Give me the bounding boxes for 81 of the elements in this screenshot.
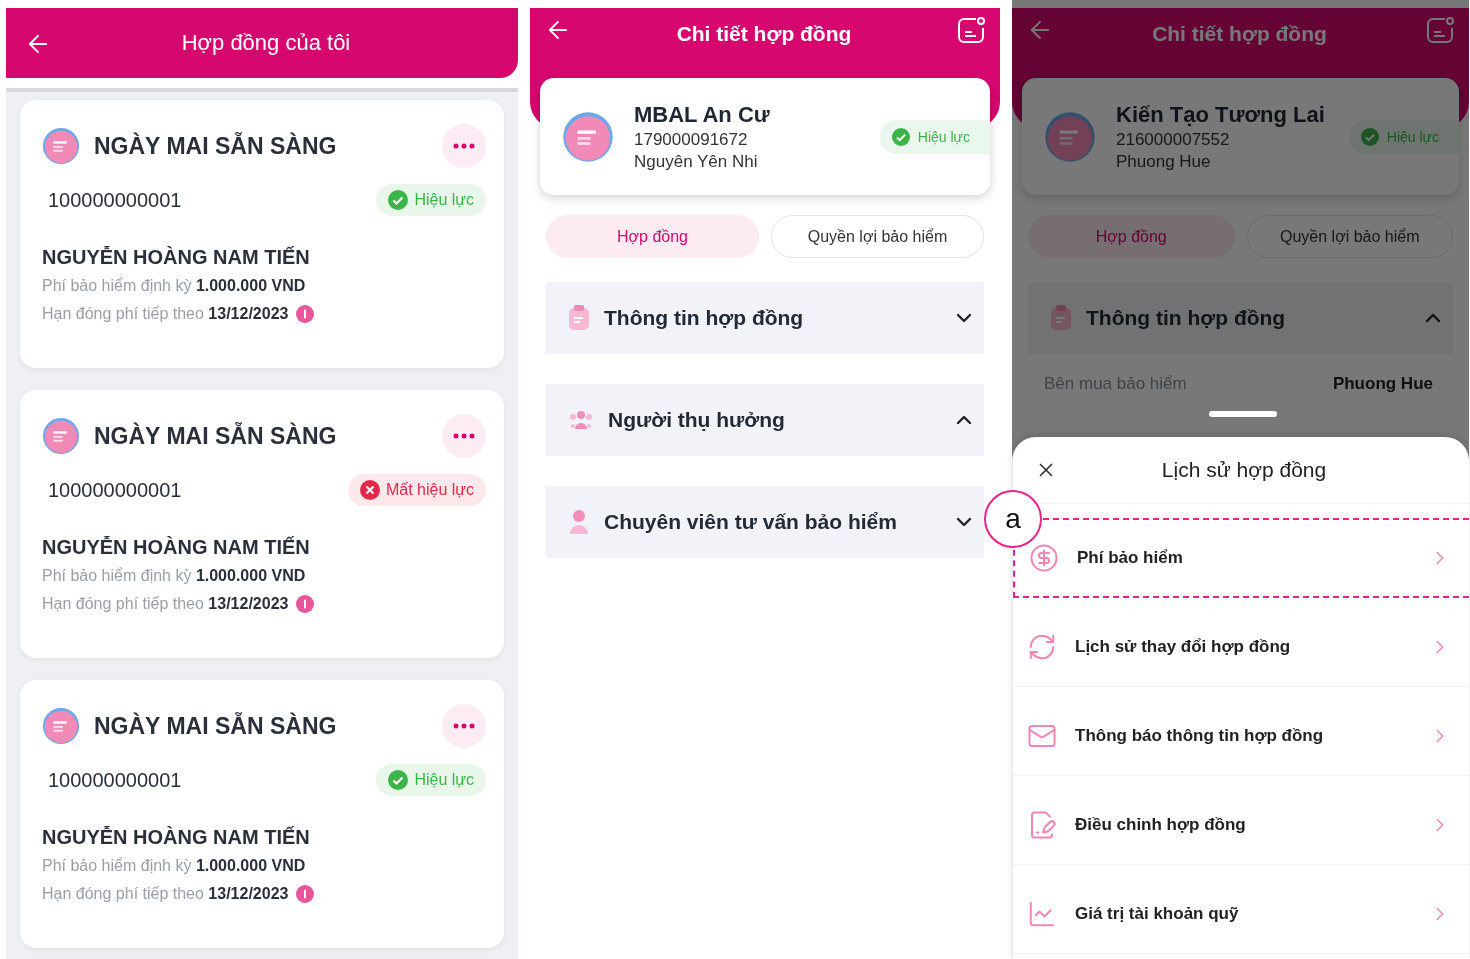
section-title: Thông tin hợp đồng [1086, 306, 1287, 330]
more-icon [453, 723, 475, 729]
product-name: MBAL An Cư [634, 101, 771, 128]
contract-number: 100000000001 [48, 768, 183, 792]
menu-item[interactable]: Điều chỉnh hợp đồng [1013, 785, 1469, 865]
section-title: Chuyên viên tư vấn bảo hiểm [604, 510, 898, 534]
product-name: NGÀY MAI SẴN SÀNG [94, 712, 338, 740]
check-circle-icon [1360, 127, 1379, 146]
menu-item-label: Thông báo thông tin hợp đồng [1075, 725, 1325, 746]
section-header[interactable]: Thông tin hợp đồng [1028, 282, 1453, 354]
info-icon[interactable] [296, 885, 315, 903]
check-circle-icon [388, 190, 409, 210]
contract-avatar-icon [1044, 110, 1096, 163]
premium-text: Phí bảo hiểm định kỳ 1.000.000 VND [42, 277, 307, 295]
section-title: Người thụ hưởng [608, 408, 786, 432]
contract-avatar-icon [42, 707, 80, 745]
detail-value: Phuong Hue [1332, 374, 1433, 394]
section-title: Thông tin hợp đồng [604, 306, 805, 330]
menu-item-label: Lịch sử thay đổi hợp đồng [1075, 636, 1292, 657]
clipboard-icon [1050, 305, 1072, 331]
status-label: Mất hiệu lực [385, 481, 474, 499]
annotation-marker: a [984, 490, 1042, 548]
contract-avatar-icon [42, 127, 80, 165]
person-icon [568, 509, 590, 535]
sheet-title: Lịch sử hợp đồng [1160, 458, 1328, 482]
status-label: Hiệu lực [1386, 128, 1439, 145]
screen-title: Chi tiết hợp đồng [675, 21, 853, 46]
menu-item[interactable]: Lịch sử thay đổi hợp đồng [1013, 607, 1469, 687]
dollar-circle-icon [1029, 543, 1059, 573]
due-date-text: Hạn đóng phí tiếp theo 13/12/2023 [42, 304, 289, 323]
due-date-text: Hạn đóng phí tiếp theo 13/12/2023 [42, 884, 289, 903]
more-button[interactable] [442, 704, 486, 748]
contract-number: 179000091672 [634, 129, 749, 150]
more-icon [453, 143, 475, 149]
check-circle-icon [388, 770, 409, 790]
tab[interactable]: Hợp đồng [546, 215, 759, 258]
section-header[interactable]: Người thụ hưởng [546, 384, 984, 456]
contract-number: 216000007552 [1116, 129, 1231, 150]
holder-name: NGUYỄN HOÀNG NAM TIẾN [42, 246, 311, 269]
tab[interactable]: Quyền lợi bảo hiểm [771, 215, 984, 258]
message-icon[interactable] [956, 16, 986, 46]
info-icon[interactable] [296, 305, 315, 323]
status-label: Hiệu lực [414, 771, 474, 789]
holder-name: NGUYỄN HOÀNG NAM TIẾN [42, 826, 311, 849]
more-button[interactable] [442, 414, 486, 458]
product-name: NGÀY MAI SẴN SÀNG [94, 422, 338, 450]
contract-avatar-icon [42, 417, 80, 455]
holder-name: Phuong Hue [1116, 151, 1212, 172]
more-icon [453, 433, 475, 439]
screen-title: Hợp đồng của tôi [180, 30, 352, 56]
holder-name: Nguyên Yên Nhi [634, 151, 759, 172]
info-icon[interactable] [296, 595, 315, 613]
premium-text: Phí bảo hiểm định kỳ 1.000.000 VND [42, 857, 307, 875]
status-label: Hiệu lực [414, 191, 474, 209]
menu-item[interactable]: Thông báo thông tin hợp đồng [1013, 696, 1469, 776]
section-header[interactable]: Chuyên viên tư vấn bảo hiểm [546, 486, 984, 558]
menu-item-label: Phí bảo hiểm [1077, 548, 1184, 568]
menu-item[interactable]: Giá trị tài khoản quỹ [1013, 874, 1469, 954]
contract-card[interactable]: NGÀY MAI SẴN SÀNG 100000000001 Hiệu lực NGUYỄN HOÀNG NAM TIẾN Phí bảo hiểm định kỳ 1.000.000 VND Hạn đóng phí tiếp theo 13/12/2023 [20, 680, 504, 948]
status-label: Hiệu lực [917, 128, 970, 145]
contract-avatar-icon [562, 110, 614, 163]
more-button[interactable] [442, 124, 486, 168]
x-circle-icon [359, 480, 380, 500]
holder-name: NGUYỄN HOÀNG NAM TIẾN [42, 536, 311, 559]
contract-number: 100000000001 [48, 478, 183, 502]
tab[interactable]: Quyền lợi bảo hiểm [1246, 215, 1453, 258]
message-icon[interactable] [1425, 16, 1455, 46]
due-date-text: Hạn đóng phí tiếp theo 13/12/2023 [42, 594, 289, 613]
contract-card[interactable]: NGÀY MAI SẴN SÀNG 100000000001 Hiệu lực NGUYỄN HOÀNG NAM TIẾN Phí bảo hiểm định kỳ 1.000.000 VND Hạn đóng phí tiếp theo 13/12/2023 [20, 100, 504, 368]
product-name: NGÀY MAI SẴN SÀNG [94, 132, 338, 160]
clipboard-icon [568, 305, 590, 331]
screen-title: Chi tiết hợp đồng [1151, 21, 1328, 46]
menu-item-label: Điều chỉnh hợp đồng [1075, 814, 1247, 835]
product-name: Kiến Tạo Tương Lai [1116, 101, 1326, 128]
contract-number: 100000000001 [48, 188, 183, 212]
premium-text: Phí bảo hiểm định kỳ 1.000.000 VND [42, 567, 307, 585]
section-header[interactable]: Thông tin hợp đồng [546, 282, 984, 354]
menu-item-label: Giá trị tài khoản quỹ [1075, 903, 1240, 924]
contract-card[interactable]: NGÀY MAI SẴN SÀNG 100000000001 Mất hiệu lực NGUYỄN HOÀNG NAM TIẾN Phí bảo hiểm định kỳ 1.000.000 VND Hạn đóng phí tiếp theo 13/12/2023 [20, 390, 504, 658]
sheet-handle[interactable] [1209, 411, 1277, 417]
check-circle-icon [891, 127, 910, 146]
